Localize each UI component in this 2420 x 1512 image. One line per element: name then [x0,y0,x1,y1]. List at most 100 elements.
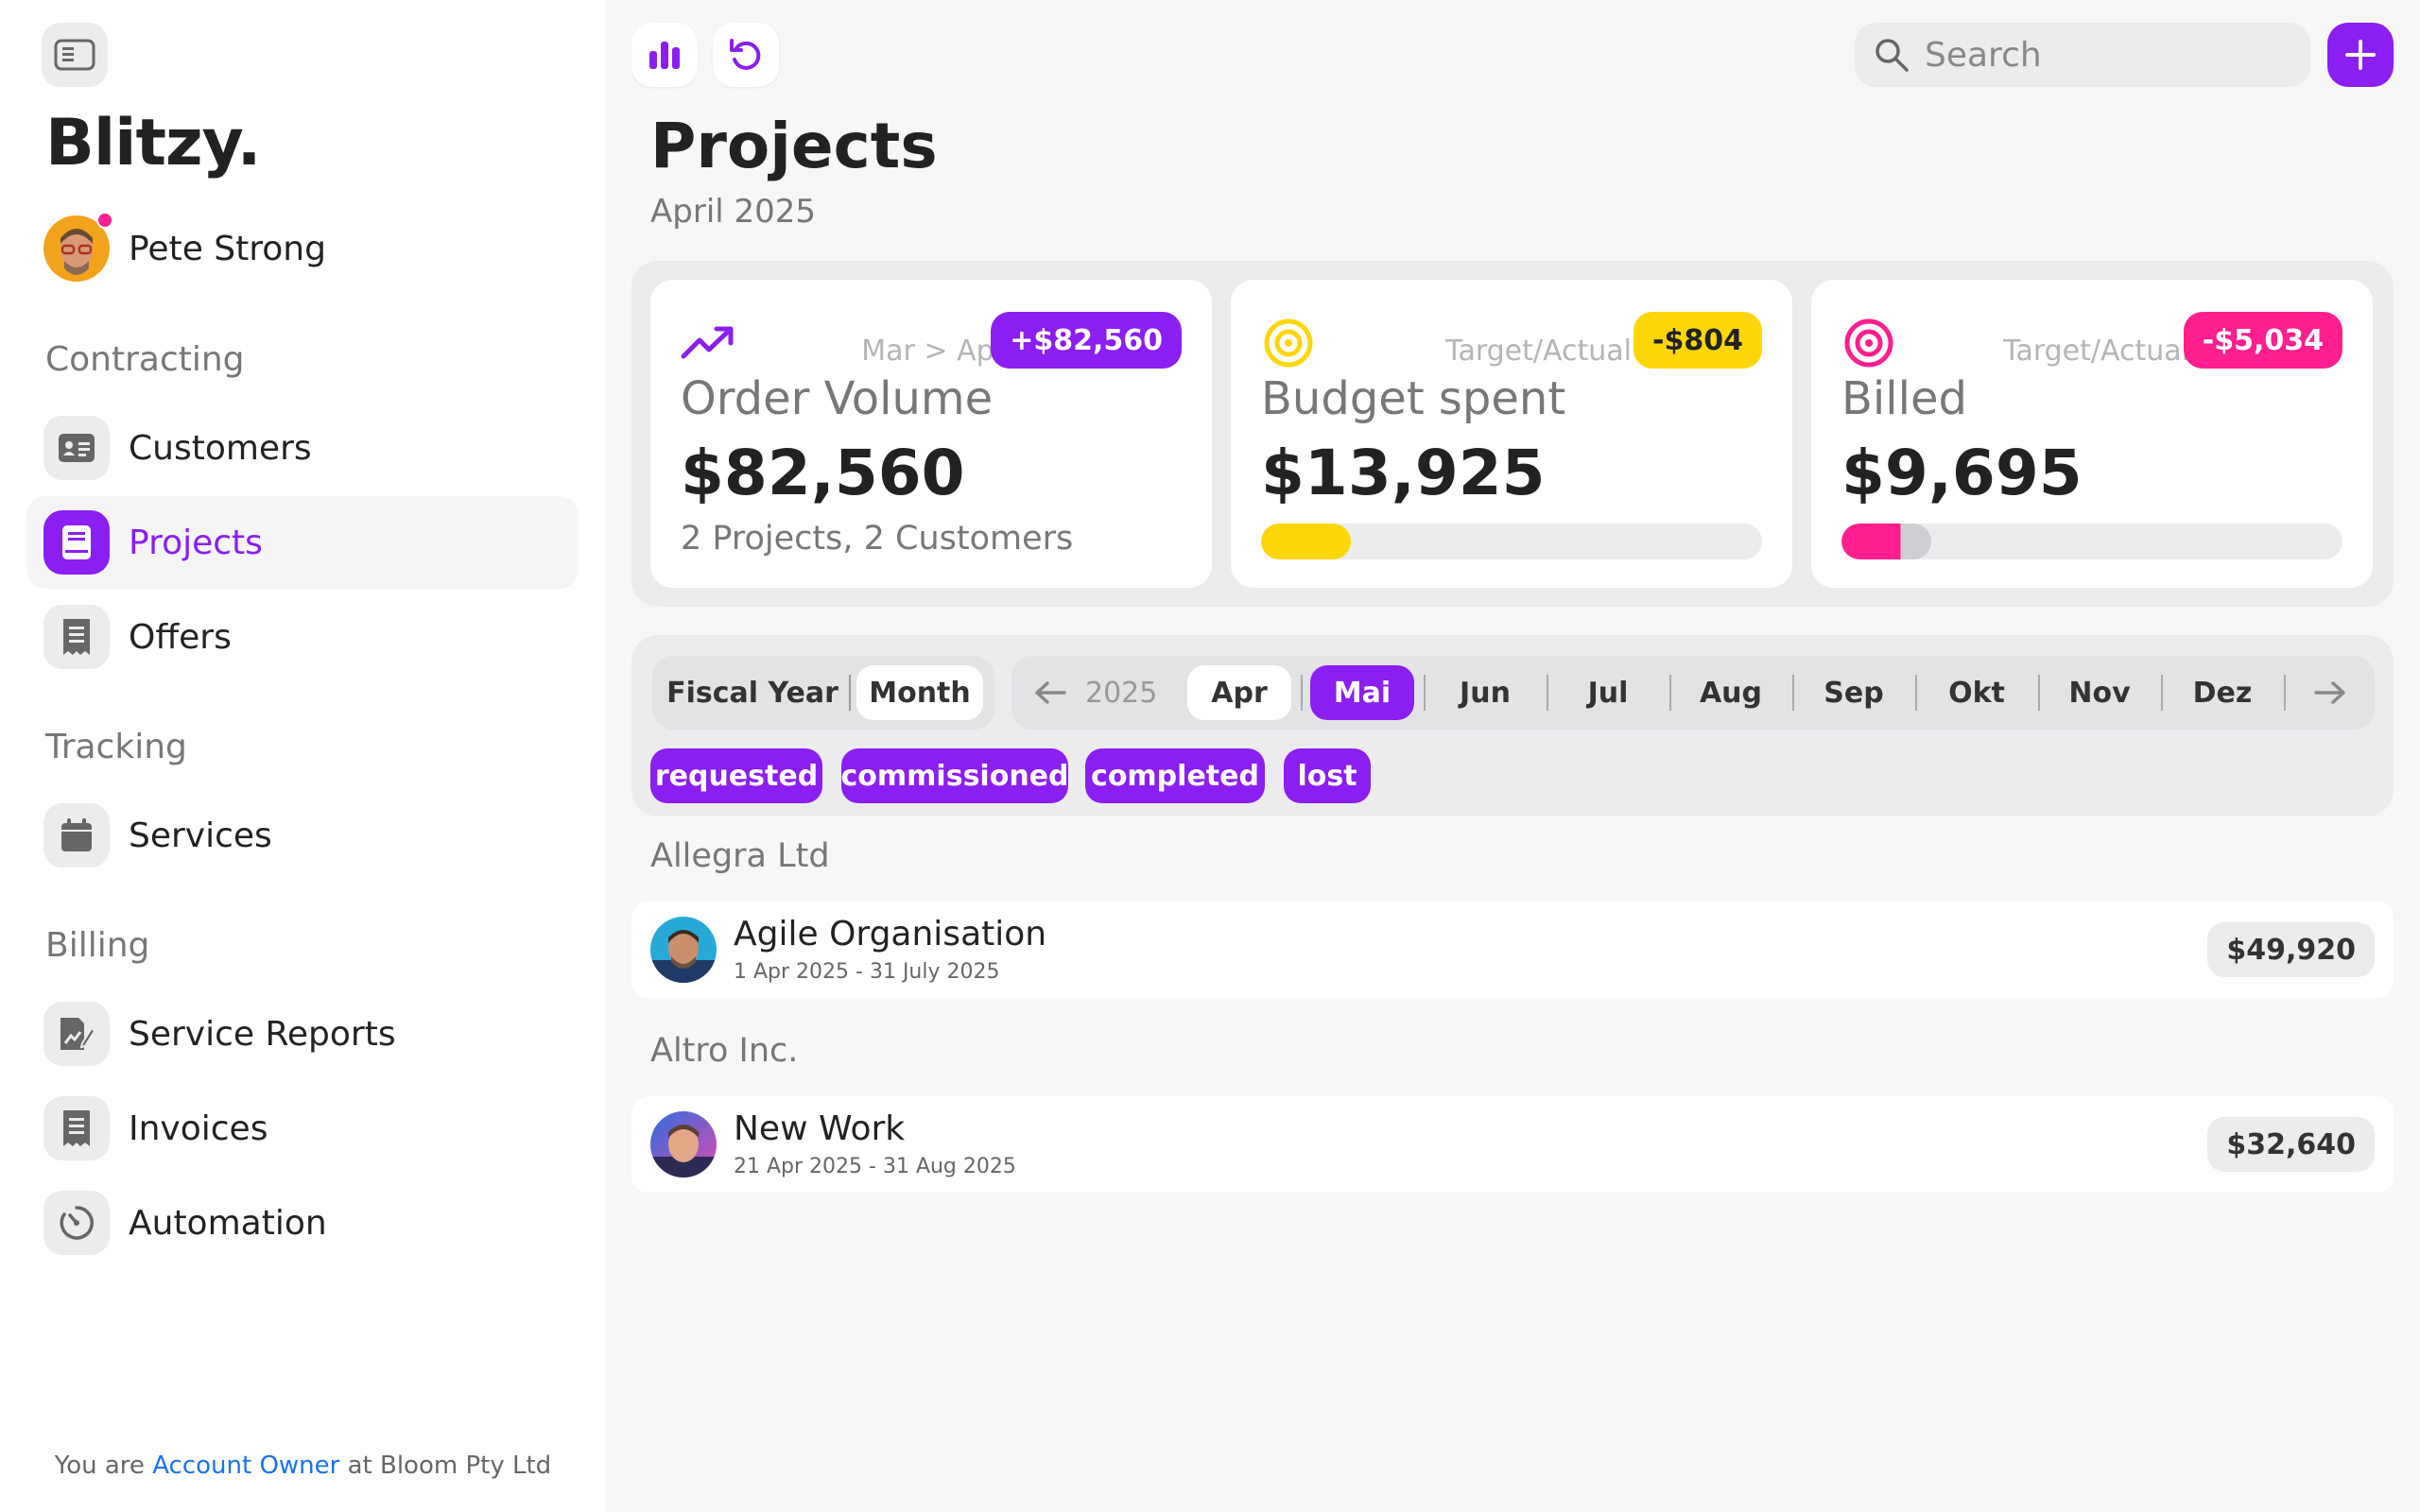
divider [849,675,851,711]
project-dates: 1 Apr 2025 - 31 July 2025 [734,960,1000,984]
previous-year-button[interactable] [1027,665,1074,720]
project-row[interactable]: New Work 21 Apr 2025 - 31 Aug 2025 $32,6… [631,1096,2394,1193]
sidebar-item-automation[interactable]: Automation [26,1177,579,1269]
year-label: 2025 [1085,676,1158,710]
status-chip-commissioned[interactable]: commissioned [841,748,1069,803]
target-icon [1844,318,1893,368]
kpi-value: $13,925 [1261,437,1546,509]
sidebar-item-label: Offers [129,617,232,657]
month-jun[interactable]: Jun [1433,665,1537,720]
receipt-icon [63,619,90,655]
sidebar-item-offers[interactable]: Offers [26,591,579,683]
undo-refresh-icon [730,39,761,70]
month-dez[interactable]: Dez [2170,665,2274,720]
arrow-right-icon [2314,681,2345,704]
progress-fill [1841,524,1932,559]
refresh-button[interactable] [713,23,779,87]
month-apr[interactable]: Apr [1187,665,1291,720]
contact-card-icon [59,434,95,462]
section-contracting: Contracting [45,340,245,379]
project-title: New Work [734,1109,906,1148]
report-edit-icon [60,1018,95,1050]
month-mai[interactable]: Mai [1310,665,1414,720]
kpi-value: $9,695 [1841,437,2083,509]
add-project-button[interactable] [2327,23,2394,87]
kpi-badge: -$804 [1634,312,1762,369]
kpi-card-budget-spent[interactable]: Target/Actual -$804 Budget spent $13,925 [1231,280,1792,588]
kpi-card-order-volume[interactable]: Mar > Apr +$82,560 Order Volume $82,560 … [650,280,1212,588]
status-chip-requested[interactable]: requested [650,748,822,803]
sidebar-item-customers[interactable]: Customers [26,402,579,494]
project-dates: 21 Apr 2025 - 31 Aug 2025 [734,1155,1016,1178]
divider [2161,675,2163,711]
search-icon [1876,39,1909,72]
divider [1424,675,1426,711]
kpi-panel: Mar > Apr +$82,560 Order Volume $82,560 … [631,261,2394,607]
kpi-badge: +$82,560 [991,312,1182,369]
sidebar-item-label: Customers [129,428,312,468]
tab-month[interactable]: Month [856,665,983,720]
project-avatar-icon [650,1111,717,1177]
progress-track [1841,524,2342,559]
kpi-subtext: 2 Projects, 2 Customers [681,520,1074,558]
sidebar: Blitzy. Pete Strong Contracting Customer… [0,0,606,1512]
search-box[interactable] [1855,23,2310,87]
user-profile[interactable]: Pete Strong [43,212,326,282]
calendar-icon [61,818,92,851]
page-title: Projects [650,110,938,182]
invoice-icon [63,1110,90,1146]
section-tracking: Tracking [45,728,187,766]
progress-fill [1261,524,1352,559]
section-billing: Billing [45,926,150,965]
timer-icon [60,1206,94,1240]
project-title: Agile Organisation [734,915,1047,954]
month-sep[interactable]: Sep [1802,665,1906,720]
project-amount: $49,920 [2207,922,2375,977]
account-role-link[interactable]: Account Owner [152,1452,339,1480]
sidebar-item-label: Service Reports [129,1014,396,1054]
app-logo: Blitzy. [45,106,261,180]
sidebar-item-services[interactable]: Services [26,789,579,882]
target-icon [1264,318,1313,368]
month-selector: 2025 Apr Mai Jun Jul Aug Sep Okt Nov Dez [1011,656,2375,730]
status-chip-completed[interactable]: completed [1085,748,1265,803]
period-segmented-control: Fiscal Year Month [652,656,994,730]
arrow-left-icon [1035,681,1066,704]
progress-track [1261,524,1762,559]
sidebar-item-invoices[interactable]: Invoices [26,1082,579,1175]
project-row[interactable]: Agile Organisation 1 Apr 2025 - 31 July … [631,902,2394,998]
tab-fiscal-year[interactable]: Fiscal Year [662,665,843,720]
sidebar-item-label: Invoices [129,1108,268,1148]
account-role-note: You are Account Owner at Bloom Pty Ltd [54,1452,552,1480]
sidebar-item-label: Projects [129,523,263,562]
avatar [650,917,717,983]
kpi-title: Budget spent [1261,372,1566,425]
project-avatar-icon [650,917,717,983]
kpi-comparison: Target/Actual [1445,335,1632,368]
divider [1301,675,1303,711]
sidebar-toggle-button[interactable] [42,23,108,87]
divider [2284,675,2286,711]
search-input[interactable] [1925,35,2284,75]
kpi-card-billed[interactable]: Target/Actual -$5,034 Billed $9,695 [1811,280,2373,588]
month-okt[interactable]: Okt [1925,665,2029,720]
kpi-comparison: Mar > Apr [861,335,1006,368]
sidebar-item-label: Services [129,816,272,855]
kpi-title: Order Volume [681,372,994,425]
divider [2038,675,2040,711]
status-chip-lost[interactable]: lost [1284,748,1371,803]
month-aug[interactable]: Aug [1679,665,1783,720]
sidebar-item-projects[interactable]: Projects [26,496,579,589]
kpi-title: Billed [1841,372,1967,425]
month-jul[interactable]: Jul [1556,665,1660,720]
next-year-button[interactable] [2307,665,2354,720]
page-subtitle: April 2025 [650,193,817,231]
divider [1915,675,1917,711]
month-nov[interactable]: Nov [2048,665,2152,720]
chart-view-button[interactable] [631,23,698,87]
user-name: Pete Strong [129,229,326,268]
sidebar-item-service-reports[interactable]: Service Reports [26,988,579,1080]
sidebar-item-label: Automation [129,1203,327,1243]
avatar [43,212,113,282]
sidebar-toggle-icon [54,39,95,71]
